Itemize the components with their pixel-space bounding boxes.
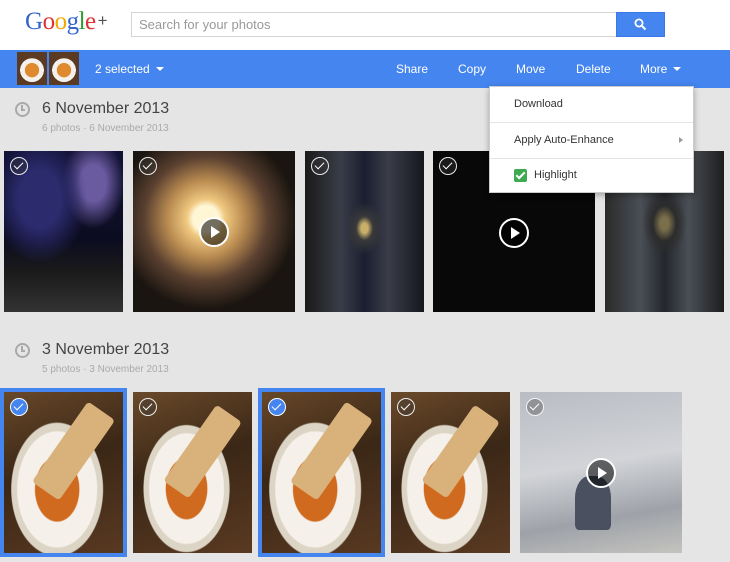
selected-thumbnail (49, 52, 79, 85)
menu-item-download[interactable]: Download (490, 87, 693, 122)
video-thumbnail[interactable] (133, 151, 295, 312)
logo-plus: + (97, 11, 108, 30)
play-icon (199, 216, 229, 247)
photo-thumbnail[interactable] (391, 392, 510, 553)
move-button[interactable]: Move (516, 62, 545, 76)
more-button[interactable]: More (640, 62, 682, 76)
selected-thumbnail (17, 52, 47, 85)
logo-letter: o (42, 8, 56, 35)
more-label: More (640, 62, 668, 76)
copy-button[interactable]: Copy (458, 62, 486, 76)
select-check-icon[interactable] (526, 398, 544, 416)
section-subtitle: 6 photos · 6 November 2013 (42, 123, 169, 134)
logo-letter: e (85, 8, 96, 35)
logo-letter: G (25, 8, 43, 35)
menu-item-auto-enhance[interactable]: Apply Auto-Enhance (490, 123, 693, 158)
select-check-icon[interactable] (311, 157, 329, 175)
section-title: 3 November 2013 (42, 341, 170, 358)
section-title: 6 November 2013 (42, 100, 170, 117)
selection-count-dropdown[interactable]: 2 selected (95, 62, 164, 76)
play-icon (586, 457, 616, 488)
top-header: Google + Search for your photos (0, 0, 730, 50)
section-subtitle: 5 photos · 3 November 2013 (42, 364, 169, 375)
logo-letter: g (66, 8, 80, 35)
video-thumbnail[interactable] (520, 392, 682, 553)
select-check-icon[interactable] (139, 157, 157, 175)
more-actions-menu: Download Apply Auto-Enhance Highlight (489, 86, 694, 193)
share-button[interactable]: Share (396, 62, 428, 76)
selection-toolbar: 2 selected Share Copy Move Delete More (0, 50, 730, 88)
menu-item-auto-enhance-label: Apply Auto-Enhance (514, 134, 614, 146)
selected-check-icon[interactable] (10, 398, 28, 416)
delete-button[interactable]: Delete (576, 62, 611, 76)
photo-thumbnail-selected[interactable] (258, 388, 385, 557)
selection-count-label: 2 selected (95, 62, 150, 76)
photo-thumbnail[interactable] (4, 151, 123, 312)
logo-letter: o (54, 8, 68, 35)
google-plus-logo[interactable]: Google + (25, 8, 108, 36)
select-check-icon[interactable] (397, 398, 415, 416)
caret-down-icon (155, 67, 164, 71)
select-check-icon[interactable] (139, 398, 157, 416)
menu-item-highlight[interactable]: Highlight (490, 158, 693, 193)
select-check-icon[interactable] (439, 157, 457, 175)
caret-down-icon (673, 67, 682, 71)
highlight-checkbox[interactable] (514, 169, 527, 182)
search-button[interactable] (616, 12, 665, 37)
search-icon (634, 18, 647, 31)
select-check-icon[interactable] (10, 157, 28, 175)
search-input[interactable]: Search for your photos (131, 12, 617, 37)
submenu-arrow-icon (679, 137, 683, 143)
photo-thumbnail[interactable] (133, 392, 252, 553)
clock-icon (15, 102, 30, 117)
clock-icon (15, 343, 30, 358)
selected-thumbnails (17, 52, 79, 85)
play-icon (499, 218, 529, 249)
menu-item-highlight-label: Highlight (534, 169, 577, 181)
photo-thumbnail[interactable] (305, 151, 424, 312)
photo-thumbnail-selected[interactable] (0, 388, 127, 557)
selected-check-icon[interactable] (268, 398, 286, 416)
